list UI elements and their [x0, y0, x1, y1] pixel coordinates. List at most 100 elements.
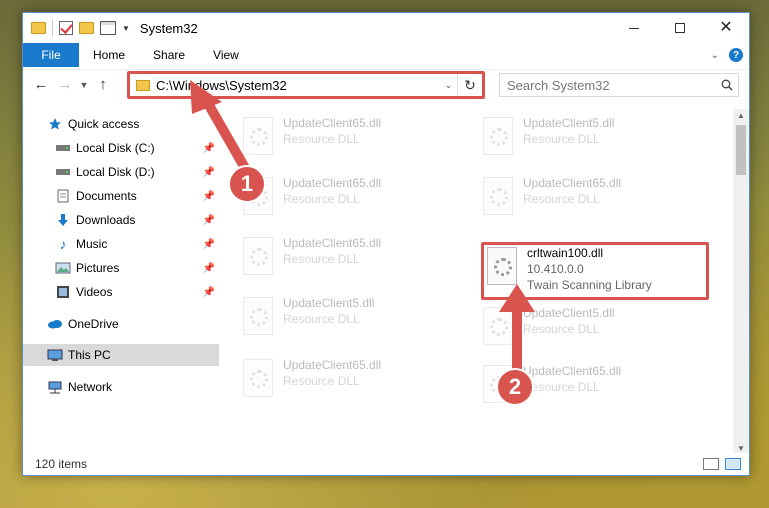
file-description: Resource DLL: [283, 132, 360, 146]
file-name: UpdateClient5.dll: [523, 116, 615, 130]
pin-icon[interactable]: 📌: [203, 167, 215, 178]
sidebar-item-documents[interactable]: Documents 📌: [23, 185, 219, 207]
dll-file-icon: [243, 297, 273, 335]
search-box[interactable]: Search System32: [499, 73, 739, 97]
gear-icon: [250, 308, 268, 326]
expand-ribbon-chevron-icon[interactable]: ⌄: [711, 50, 719, 61]
search-icon[interactable]: [716, 79, 738, 91]
pin-icon[interactable]: 📌: [203, 263, 215, 274]
toolbar-separator: [52, 20, 53, 36]
sidebar-item-local-disk-d[interactable]: Local Disk (D:) 📌: [23, 161, 219, 183]
status-bar: 120 items: [23, 453, 749, 475]
file-item[interactable]: UpdateClient65.dll Resource DLL: [243, 357, 463, 407]
up-button[interactable]: ↑: [91, 76, 115, 93]
maximize-button[interactable]: [657, 13, 703, 43]
dll-file-icon: [243, 237, 273, 275]
sidebar-item-label: Local Disk (D:): [76, 165, 155, 179]
scroll-down-icon[interactable]: ▼: [733, 444, 749, 453]
file-item[interactable]: UpdateClient5.dll Resource DLL: [243, 295, 463, 345]
sidebar-item-local-disk-c[interactable]: Local Disk (C:) 📌: [23, 137, 219, 159]
tab-home[interactable]: Home: [79, 43, 139, 67]
pin-icon[interactable]: 📌: [203, 239, 215, 250]
title-bar: ▼ System32 ✕: [23, 13, 749, 43]
file-description: Resource DLL: [283, 192, 360, 206]
recent-locations-chevron-icon[interactable]: ▼: [77, 80, 91, 90]
sidebar-item-label: Network: [68, 380, 113, 394]
file-name: UpdateClient65.dll: [283, 176, 382, 190]
gear-icon: [250, 370, 268, 388]
properties-check-icon[interactable]: [59, 21, 73, 35]
drive-icon: [55, 164, 71, 180]
ribbon-right: ⌄ ?: [711, 43, 749, 67]
file-name: UpdateClient5.dll: [283, 296, 375, 310]
scroll-thumb[interactable]: [736, 125, 746, 175]
file-name: UpdateClient65.dll: [523, 176, 622, 190]
sidebar-item-network[interactable]: Network: [23, 376, 219, 398]
maximize-icon: [675, 23, 685, 33]
sidebar-item-music[interactable]: ♪ Music 📌: [23, 233, 219, 255]
file-item[interactable]: UpdateClient65.dll Resource DLL: [483, 175, 703, 225]
customize-toolbar-chevron-icon[interactable]: ▼: [122, 24, 130, 33]
file-description: Resource DLL: [523, 380, 600, 394]
tab-view[interactable]: View: [199, 43, 253, 67]
file-item[interactable]: UpdateClient65.dll Resource DLL: [243, 175, 463, 225]
videos-icon: [55, 284, 71, 300]
sidebar-item-onedrive[interactable]: OneDrive: [23, 313, 219, 335]
file-description: Resource DLL: [523, 132, 600, 146]
file-item[interactable]: UpdateClient5.dll Resource DLL: [483, 115, 703, 165]
window-title: System32: [139, 20, 198, 36]
back-button[interactable]: ←: [29, 76, 53, 93]
file-highlight-box: [481, 242, 709, 300]
drive-icon: [55, 140, 71, 156]
dll-file-icon: [483, 177, 513, 215]
minimize-button[interactable]: [611, 13, 657, 43]
sidebar-item-quick-access[interactable]: Quick access: [23, 113, 219, 135]
ribbon-tabs: File Home Share View ⌄ ?: [23, 43, 749, 67]
details-view-icon[interactable]: [703, 458, 719, 470]
file-description: Resource DLL: [283, 374, 360, 388]
scroll-up-icon[interactable]: ▲: [733, 111, 749, 120]
pin-icon[interactable]: 📌: [203, 143, 215, 154]
close-button[interactable]: ✕: [703, 13, 749, 43]
pin-icon[interactable]: 📌: [203, 191, 215, 202]
file-item[interactable]: UpdateClient65.dll Resource DLL: [243, 235, 463, 285]
vertical-scrollbar[interactable]: ▲ ▼: [733, 109, 749, 455]
new-folder-icon[interactable]: [79, 22, 94, 34]
help-icon[interactable]: ?: [729, 48, 743, 62]
navigation-bar: ← → ▼ ↑ C:\Windows\System32 ⌄ ↻ Search S…: [23, 69, 749, 99]
sidebar-item-label: Quick access: [68, 117, 140, 131]
sidebar-item-downloads[interactable]: Downloads 📌: [23, 209, 219, 231]
file-description: Resource DLL: [523, 322, 600, 336]
gear-icon: [490, 188, 508, 206]
file-description: Resource DLL: [283, 312, 360, 326]
music-icon: ♪: [59, 236, 67, 252]
file-item[interactable]: UpdateClient5.dll Resource DLL: [483, 305, 703, 355]
window-controls: ✕: [611, 13, 749, 43]
downloads-icon: [55, 212, 71, 228]
pin-icon[interactable]: 📌: [203, 215, 215, 226]
documents-icon: [55, 188, 71, 204]
address-highlight-box: [127, 71, 485, 99]
sidebar-item-label: Documents: [76, 189, 137, 203]
sidebar-item-label: This PC: [68, 348, 111, 362]
properties-icon[interactable]: [100, 21, 116, 35]
cloud-icon: [47, 316, 63, 332]
star-icon: [47, 116, 63, 132]
close-icon: ✕: [719, 19, 733, 36]
file-name: UpdateClient65.dll: [523, 364, 622, 378]
file-name: UpdateClient65.dll: [283, 116, 382, 130]
pin-icon[interactable]: 📌: [203, 287, 215, 298]
forward-button[interactable]: →: [53, 76, 77, 93]
sidebar-item-pictures[interactable]: Pictures 📌: [23, 257, 219, 279]
sidebar-item-videos[interactable]: Videos 📌: [23, 281, 219, 303]
dll-file-icon: [483, 117, 513, 155]
tab-file[interactable]: File: [23, 43, 79, 67]
tab-share[interactable]: Share: [139, 43, 199, 67]
file-name: UpdateClient5.dll: [523, 306, 615, 320]
file-item[interactable]: UpdateClient65.dll Resource DLL: [243, 115, 463, 165]
sidebar-item-label: Downloads: [76, 213, 136, 227]
folder-icon[interactable]: [31, 22, 46, 34]
search-input[interactable]: Search System32: [507, 78, 610, 93]
large-icons-view-icon[interactable]: [725, 458, 741, 470]
sidebar-item-this-pc[interactable]: This PC: [23, 344, 219, 366]
